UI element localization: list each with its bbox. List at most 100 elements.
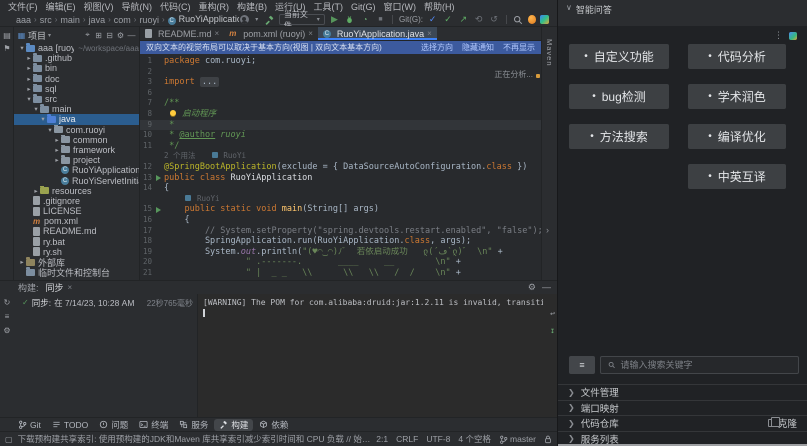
chevron-expanded-icon[interactable]: ▾ xyxy=(18,44,26,52)
tree-item[interactable]: ▸framework xyxy=(14,145,139,155)
project-stripe-icon[interactable]: ▤ xyxy=(2,30,12,40)
code-editor[interactable]: 正在分析... 1package com.ruoyi;23import ...6… xyxy=(140,54,541,280)
scroll-to-end-icon[interactable]: ↧ xyxy=(550,325,555,336)
tool-window-button-git[interactable]: Git xyxy=(13,419,46,431)
chevron-expanded-icon[interactable]: ▾ xyxy=(32,105,40,113)
git-update-icon[interactable]: ✓ xyxy=(427,14,438,25)
warning-stripe-mark[interactable] xyxy=(536,74,540,78)
menu-item[interactable]: 文件(F) xyxy=(4,0,42,13)
build-console[interactable]: [WARNING] The POM for com.alibaba:druid:… xyxy=(197,294,557,417)
assistant-section-row[interactable]: ❯文件管理 xyxy=(558,384,807,400)
search-everywhere-icon[interactable] xyxy=(513,14,524,25)
tree-item[interactable]: CRuoYiServletInitiali xyxy=(14,175,139,185)
tree-item[interactable]: ▸bin xyxy=(14,63,139,73)
menu-item[interactable]: Git(G) xyxy=(347,2,380,12)
menu-item[interactable]: 视图(V) xyxy=(80,0,118,13)
soft-wrap-icon[interactable]: ↩ xyxy=(550,308,555,319)
tree-item[interactable]: ▸sql xyxy=(14,84,139,94)
tree-item[interactable]: .gitignore xyxy=(14,196,139,206)
banner-action-link[interactable]: 选择方向 xyxy=(421,42,453,53)
tree-item[interactable]: ▸resources xyxy=(14,186,139,196)
git-rollback-icon[interactable]: ↺ xyxy=(488,14,499,25)
tree-item[interactable]: ▾java xyxy=(14,114,139,124)
tree-item[interactable]: ▸common xyxy=(14,135,139,145)
more-options-icon[interactable]: ⋮ xyxy=(774,30,783,41)
breadcrumb-item[interactable]: java xyxy=(89,15,106,25)
tool-window-button-dependencies[interactable]: 依赖 xyxy=(254,419,293,431)
chevron-collapsed-icon[interactable]: ▸ xyxy=(53,156,61,164)
status-widget[interactable]: master xyxy=(499,434,536,444)
chevron-down-icon[interactable]: ∨ xyxy=(566,3,572,12)
chevron-collapsed-icon[interactable]: ▸ xyxy=(25,85,33,93)
plugin-color-icon[interactable] xyxy=(540,15,549,24)
menu-item[interactable]: 构建(B) xyxy=(233,0,271,13)
tree-item[interactable]: ▾main xyxy=(14,104,139,114)
status-widget[interactable]: CRLF xyxy=(396,434,418,444)
tool-window-button-problems[interactable]: 问题 xyxy=(94,419,133,431)
debug-button[interactable] xyxy=(344,14,355,25)
status-widget[interactable]: 2:1 xyxy=(376,434,388,444)
chevron-collapsed-icon[interactable]: ❯ xyxy=(568,403,575,412)
assistant-section-row[interactable]: ❯服务列表 xyxy=(558,431,807,446)
run-button[interactable]: ▶ xyxy=(329,14,340,25)
banner-action-link[interactable]: 不再显示 xyxy=(503,42,535,53)
lock-icon[interactable] xyxy=(544,435,552,444)
assistant-search-box[interactable] xyxy=(600,356,799,374)
assistant-feature-button[interactable]: •中英互译 xyxy=(688,164,786,189)
breadcrumb-item[interactable]: src xyxy=(40,15,52,25)
build-sync-tab[interactable]: 同步 × xyxy=(46,281,73,294)
close-icon[interactable]: × xyxy=(68,283,73,292)
chevron-collapsed-icon[interactable]: ▸ xyxy=(53,136,61,144)
plugin-orange-icon[interactable] xyxy=(528,15,537,24)
chevron-expanded-icon[interactable]: ▾ xyxy=(46,126,54,134)
git-history-icon[interactable]: ⟲ xyxy=(473,14,484,25)
close-icon[interactable]: × xyxy=(427,29,432,38)
breadcrumb-item[interactable]: main xyxy=(60,15,80,25)
tool-window-button-build[interactable]: 构建 xyxy=(214,419,253,431)
chevron-collapsed-icon[interactable]: ❯ xyxy=(568,419,575,428)
breadcrumb-item[interactable]: aaa xyxy=(16,15,31,25)
tool-window-button-terminal[interactable]: 终端 xyxy=(134,419,173,431)
chevron-expanded-icon[interactable]: ▾ xyxy=(25,95,33,103)
assistant-feature-button[interactable]: •自定义功能 xyxy=(569,44,669,69)
tree-item[interactable]: ▸project xyxy=(14,155,139,165)
tool-window-button-todo[interactable]: TODO xyxy=(47,419,93,431)
tree-item[interactable]: mpom.xml xyxy=(14,216,139,226)
tree-item[interactable]: ▾aaa [ruoyi]~/workspace/aaa xyxy=(14,43,139,53)
tree-item[interactable]: LICENSE xyxy=(14,206,139,216)
assistant-feature-button[interactable]: •编译优化 xyxy=(688,124,786,149)
build-settings-icon[interactable]: ⚙ xyxy=(528,282,536,293)
chevron-collapsed-icon[interactable]: ❯ xyxy=(568,434,575,443)
breadcrumb-item[interactable]: com xyxy=(114,15,131,25)
assistant-section-repo[interactable]: ❯代码仓库克隆 xyxy=(558,415,807,431)
resync-icon[interactable]: ↻ xyxy=(4,298,11,307)
chevron-collapsed-icon[interactable]: ▸ xyxy=(25,75,33,83)
run-gutter-icon[interactable] xyxy=(152,175,164,181)
run-gutter-icon[interactable] xyxy=(152,207,164,213)
collapse-all-icon[interactable]: ⊟ xyxy=(105,31,114,40)
stop-button[interactable]: ■ xyxy=(375,14,386,25)
chevron-collapsed-icon[interactable]: ▸ xyxy=(32,187,40,195)
build-gear-icon[interactable]: ⚙ xyxy=(3,326,10,335)
filter-icon[interactable]: ≡ xyxy=(5,312,10,321)
commit-stripe-icon[interactable]: ⚑ xyxy=(2,43,12,53)
status-message[interactable]: 下载预构建共享索引: 使用预构建的JDK和Maven 库共享索引减少索引时间和 … xyxy=(18,433,372,445)
hide-build-panel-icon[interactable]: — xyxy=(542,282,551,293)
close-icon[interactable]: × xyxy=(308,29,313,38)
status-widget[interactable]: UTF-8 xyxy=(426,434,450,444)
menu-item[interactable]: 窗口(W) xyxy=(380,0,421,13)
menu-item[interactable]: 工具(T) xyxy=(310,0,348,13)
menu-item[interactable]: 代码(C) xyxy=(156,0,195,13)
tool-window-button-services[interactable]: 服务 xyxy=(174,419,213,431)
breadcrumb-item[interactable]: CRuoYiApplication xyxy=(168,14,239,25)
tree-item[interactable]: README.md xyxy=(14,226,139,236)
chevron-expanded-icon[interactable]: ▾ xyxy=(39,115,47,123)
user-avatar[interactable] xyxy=(239,14,250,25)
chevron-collapsed-icon[interactable]: ❯ xyxy=(568,388,575,397)
assistant-search-input[interactable] xyxy=(620,360,791,370)
close-icon[interactable]: × xyxy=(215,29,220,38)
assistant-feature-button[interactable]: •代码分析 xyxy=(688,44,786,69)
project-panel-title[interactable]: 项目 xyxy=(28,29,46,42)
profiler-button[interactable]: ◔ xyxy=(359,14,370,25)
tree-item[interactable]: ry.bat xyxy=(14,237,139,247)
